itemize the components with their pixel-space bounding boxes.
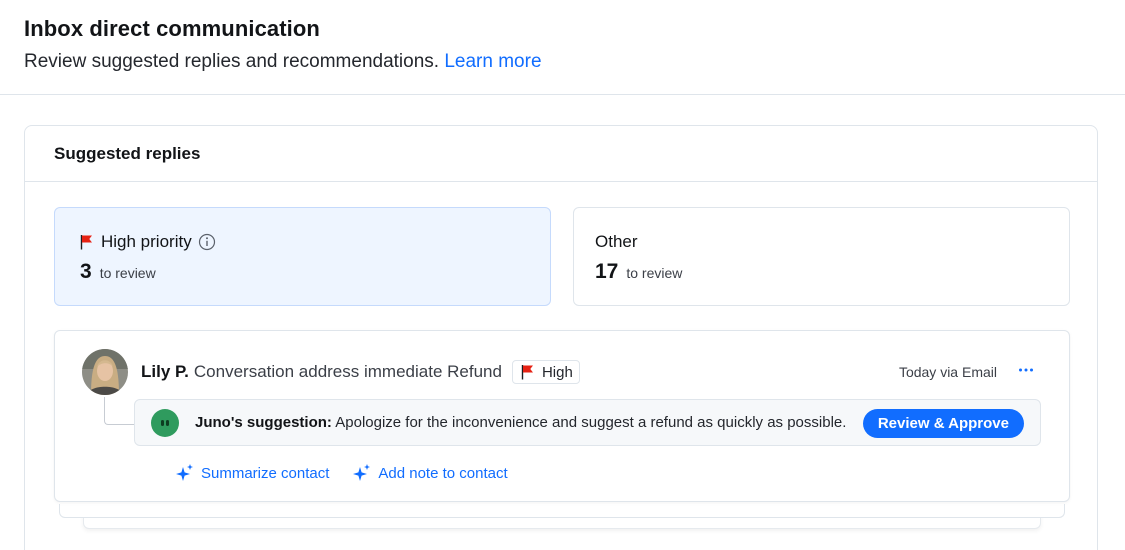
conversation-meta: Today via Email — [898, 364, 997, 380]
add-note-link[interactable]: Add note to contact — [353, 464, 508, 482]
thread-line — [104, 397, 134, 425]
other-title: Other — [595, 232, 638, 251]
page-subtitle: Review suggested replies and recommendat… — [24, 51, 542, 73]
high-priority-title: High priority — [101, 232, 192, 251]
high-priority-card[interactable]: High priority 3 to review — [54, 207, 551, 306]
page-subtitle-text: Review suggested replies and recommendat… — [24, 51, 440, 72]
more-actions-icon[interactable] — [1017, 361, 1035, 379]
avatar — [82, 349, 128, 395]
summarize-contact-label: Summarize contact — [201, 464, 330, 482]
add-note-label: Add note to contact — [378, 464, 508, 482]
learn-more-link[interactable]: Learn more — [444, 51, 541, 72]
flag-icon — [80, 235, 92, 250]
conversation-subject: Conversation address immediate Refund — [193, 362, 502, 381]
header-divider — [0, 94, 1125, 95]
info-icon[interactable] — [198, 233, 216, 251]
other-card[interactable]: Other 17 to review — [573, 207, 1070, 306]
review-approve-button[interactable]: Review & Approve — [862, 409, 1024, 438]
actions-row: Summarize contact Add note to contact — [176, 464, 532, 482]
contact-name[interactable]: Lily P. — [141, 362, 189, 382]
suggestion-text: Juno's suggestion: Apologize for the inc… — [195, 414, 846, 431]
conversation-card[interactable]: Lily P. Conversation address immediate R… — [54, 330, 1070, 502]
summarize-contact-link[interactable]: Summarize contact — [176, 464, 329, 482]
priority-tag: High — [511, 360, 580, 384]
suggestion-body: Apologize for the inconvenience and sugg… — [335, 414, 847, 431]
flag-icon — [521, 365, 533, 380]
sparkle-icon — [176, 464, 193, 481]
sparkle-icon — [353, 464, 371, 481]
bot-icon — [151, 408, 179, 437]
priority-label: High — [541, 363, 573, 381]
suggested-replies-panel: Suggested replies High priority 3 to rev… — [24, 125, 1098, 550]
suggestion-box: Juno's suggestion: Apologize for the inc… — [134, 399, 1041, 446]
high-priority-count-label: to review — [99, 265, 156, 281]
high-priority-count: 3 — [80, 260, 92, 283]
suggestion-label: Juno's suggestion: — [195, 414, 332, 431]
other-count: 17 — [595, 260, 619, 283]
conversation-header: Lily P. Conversation address immediate R… — [141, 360, 580, 384]
stacked-card-edge — [59, 504, 1065, 518]
other-count-label: to review — [626, 265, 683, 281]
page-header: Inbox direct communication Review sugges… — [24, 16, 542, 73]
page-title: Inbox direct communication — [24, 16, 320, 41]
panel-title: Suggested replies — [25, 126, 1097, 182]
